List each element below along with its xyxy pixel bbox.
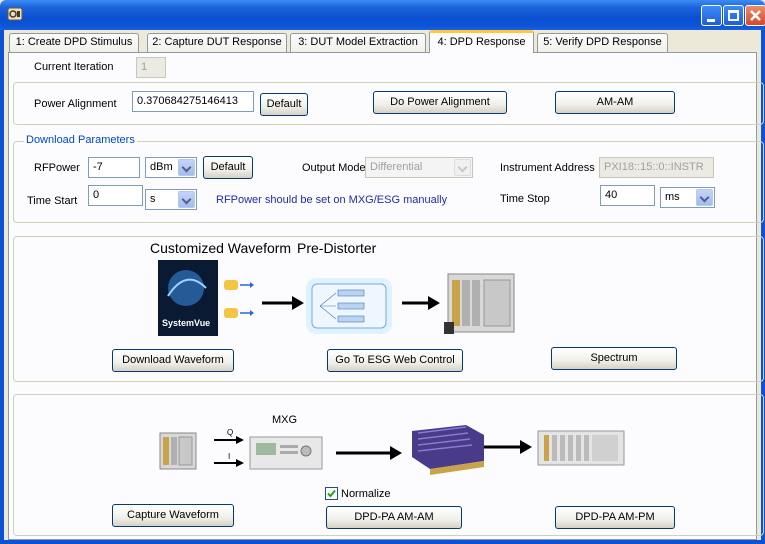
arrow-right-icon	[262, 296, 304, 310]
chevron-down-icon	[178, 191, 195, 208]
systemvue-logo: SystemVue	[158, 260, 218, 336]
time-stop-unit-select[interactable]: ms	[660, 187, 715, 208]
minimize-button[interactable]	[701, 5, 722, 26]
pxi-instrument-icon	[159, 432, 197, 470]
power-alignment-label: Power Alignment	[34, 98, 117, 110]
close-button[interactable]	[745, 5, 765, 26]
predistorter-block-icon	[306, 278, 392, 334]
rfpower-label: RFPower	[34, 162, 80, 174]
arrow-right-icon	[402, 296, 440, 310]
maximize-icon	[728, 10, 739, 21]
dpd-pa-am-pm-button[interactable]: DPD-PA AM-PM	[555, 506, 675, 529]
output-mode-label: Output Mode	[302, 162, 366, 174]
power-alignment-field[interactable]: 0.370684275146413	[132, 91, 254, 112]
download-waveform-diagram: SystemVue	[158, 260, 515, 336]
chevron-down-icon	[454, 159, 471, 176]
tab-create-dpd-stimulus[interactable]: 1: Create DPD Stimulus	[9, 33, 139, 52]
tab-capture-dut-response[interactable]: 2: Capture DUT Response	[147, 33, 287, 52]
time-start-field[interactable]: 0	[88, 185, 143, 206]
download-parameters-group	[13, 141, 764, 223]
rfpower-unit-value: dBm	[150, 161, 173, 173]
checkmark-icon	[327, 489, 336, 498]
current-iteration-label: Current Iteration	[34, 61, 114, 73]
rfpower-field[interactable]: -7	[88, 157, 140, 178]
rfpower-unit-select[interactable]: dBm	[145, 157, 197, 178]
go-to-esg-web-control-button[interactable]: Go To ESG Web Control	[327, 349, 463, 372]
power-amplifier-icon	[412, 425, 484, 475]
systemvue-logo-text: SystemVue	[162, 318, 210, 328]
instrument-address-field: PXI18::15::0::INSTR	[599, 157, 714, 178]
time-start-unit-select[interactable]: s	[145, 189, 197, 210]
tab-verify-dpd-response[interactable]: 5: Verify DPD Response	[537, 33, 668, 52]
folder-icon	[224, 280, 254, 318]
instrument-address-label: Instrument Address	[500, 162, 595, 174]
pxi-chassis-icon	[537, 430, 625, 466]
capture-waveform-button[interactable]: Capture Waveform	[112, 504, 234, 527]
tab-dut-model-extraction[interactable]: 3: DUT Model Extraction	[290, 33, 426, 52]
arrow-right-icon	[336, 446, 402, 460]
output-mode-value: Differential	[370, 161, 423, 173]
output-mode-select: Differential	[365, 157, 473, 178]
chevron-down-icon	[696, 189, 713, 206]
capture-waveform-diagram: Q I	[159, 425, 625, 475]
chevron-down-icon	[178, 159, 195, 176]
minimize-icon	[707, 19, 715, 22]
do-power-alignment-button[interactable]: Do Power Alignment	[373, 91, 507, 114]
pxi-instrument-icon	[444, 273, 515, 334]
pre-distorter-title: Pre-Distorter	[297, 240, 377, 256]
time-start-label: Time Start	[27, 195, 78, 207]
time-start-unit-value: s	[150, 193, 156, 205]
am-am-button[interactable]: AM-AM	[555, 91, 675, 114]
i-channel-label: I	[228, 452, 230, 461]
time-stop-label: Time Stop	[500, 193, 550, 205]
spectrum-button[interactable]: Spectrum	[551, 347, 677, 370]
q-channel-label: Q	[227, 428, 233, 437]
time-stop-unit-value: ms	[665, 191, 680, 203]
rfpower-note: RFPower should be set on MXG/ESG manuall…	[216, 194, 448, 206]
normalize-checkbox[interactable]	[325, 487, 338, 500]
maximize-button[interactable]	[723, 5, 744, 26]
app-icon	[7, 7, 23, 21]
power-default-button[interactable]: Default	[260, 93, 308, 116]
title-bar	[0, 0, 765, 30]
customized-waveform-title: Customized Waveform	[150, 240, 292, 256]
tab-dpd-response[interactable]: 4: DPD Response	[429, 30, 534, 53]
rfpower-default-button[interactable]: Default	[203, 156, 253, 179]
dpd-pa-am-am-button[interactable]: DPD-PA AM-AM	[326, 506, 462, 529]
current-iteration-field: 1	[136, 57, 166, 78]
download-waveform-button[interactable]: Download Waveform	[112, 349, 234, 372]
mxg-signal-generator-icon	[249, 436, 323, 470]
arrow-right-icon	[484, 440, 532, 454]
download-parameters-title: Download Parameters	[24, 134, 137, 146]
close-icon	[750, 10, 761, 21]
normalize-label: Normalize	[341, 488, 391, 500]
time-stop-field[interactable]: 40	[600, 185, 655, 206]
